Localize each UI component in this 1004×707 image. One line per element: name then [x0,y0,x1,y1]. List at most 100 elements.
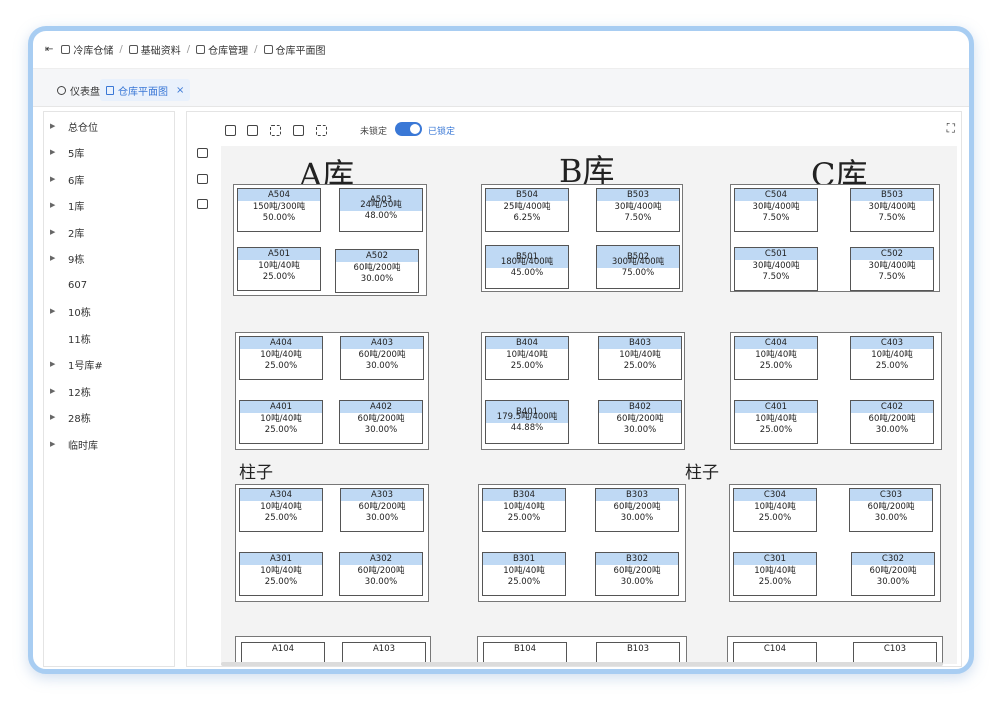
storage-cell-b302[interactable]: B302 60吨/200吨 30.00% [595,552,679,596]
storage-cell-c301[interactable]: C301 10吨/40吨 25.00% [733,552,817,596]
horizontal-scrollbar[interactable] [221,662,943,666]
storage-cell-c304[interactable]: C304 10吨/40吨 25.00% [733,488,817,532]
storage-cell-a103[interactable]: A103 [342,642,426,664]
save-icon[interactable] [225,125,236,136]
tab-dashboard[interactable]: 仪表盘 [51,79,106,101]
storage-cell-c502[interactable]: C502 30吨/400吨 7.50% [850,247,934,291]
lock-toggle[interactable] [395,122,422,136]
storage-cell-a403[interactable]: A403 60吨/200吨 30.00% [340,336,424,380]
select-icon[interactable] [270,125,281,136]
fullscreen-icon[interactable]: ⛶ [947,121,955,136]
zone-b5: B504 25吨/400吨 6.25% B503 30吨/400吨 7.50% B501… [481,184,683,292]
caret-right-icon[interactable]: ▶ [50,122,55,130]
document-icon [263,45,273,54]
close-icon[interactable]: × [176,85,184,96]
breadcrumb-item-warehouse-mgmt[interactable]: 仓库管理 [196,42,248,57]
tab-bar: 仪表盘 仓库平面图 × [33,69,969,107]
caret-right-icon[interactable]: ▶ [50,175,55,183]
tree-item[interactable]: ▶ 1号库# [44,354,174,374]
storage-cell-c302[interactable]: C302 60吨/200吨 30.00% [851,552,935,596]
storage-cell-a402[interactable]: A402 60吨/200吨 30.00% [339,400,423,444]
storage-cell-c501[interactable]: C501 30吨/400吨 7.50% [734,247,818,291]
ungroup-icon[interactable] [316,125,327,136]
storage-cell-b504[interactable]: B504 25吨/400吨 6.25% [485,188,569,232]
storage-cell-b103[interactable]: B103 [596,642,680,664]
storage-cell-b303[interactable]: B303 60吨/200吨 30.00% [595,488,679,532]
storage-cell-b503[interactable]: B503 30吨/400吨 7.50% [596,188,680,232]
storage-cell-b104[interactable]: B104 [483,642,567,664]
storage-cell-c403[interactable]: C403 10吨/40吨 25.00% [850,336,934,380]
storage-cell-a301[interactable]: A301 10吨/40吨 25.00% [239,552,323,596]
storage-cell-a104[interactable]: A104 [241,642,325,664]
storage-cell-b503[interactable]: B503 30吨/400吨 7.50% [850,188,934,232]
folder-icon [196,45,206,54]
tree-item[interactable]: ▶ 5库 [44,142,174,162]
tree-item[interactable]: 607 [44,275,174,295]
breadcrumb-separator: / [186,44,191,55]
storage-cell-b402[interactable]: B402 60吨/200吨 30.00% [598,400,682,444]
storage-cell-a501[interactable]: A501 10吨/40吨 25.00% [237,247,321,291]
storage-cell-a502[interactable]: A502 60吨/200吨 30.00% [335,249,419,293]
floor-plan-canvas[interactable]: A库 B库 C库 柱子 柱子 A504 150吨/300吨 50.00% A503 2… [221,146,957,664]
caret-right-icon[interactable]: ▶ [50,413,55,421]
tab-floor-plan[interactable]: 仓库平面图 × [100,79,191,101]
floor-plan-editor: 未锁定 已锁定 ⛶ A库 B库 C库 柱子 柱子 A504 150吨/300吨 50… [186,111,962,667]
storage-cell-a302[interactable]: A302 60吨/200吨 30.00% [339,552,423,596]
caret-right-icon[interactable]: ▶ [50,387,55,395]
storage-cell-a303[interactable]: A303 60吨/200吨 30.00% [340,488,424,532]
zone-c1: C104 C103 [727,636,943,664]
rectangle-tool-icon[interactable] [197,174,208,184]
caret-right-icon[interactable]: ▶ [50,228,55,236]
storage-cell-b501[interactable]: B501 180吨/400吨 45.00% [485,245,569,289]
breadcrumb-item-basic-data[interactable]: 基础资料 [128,42,181,57]
storage-cell-a401[interactable]: A401 10吨/40吨 25.00% [239,400,323,444]
storage-cell-b301[interactable]: B301 10吨/40吨 25.00% [482,552,566,596]
unlocked-label: 未锁定 [360,127,388,137]
tree-item[interactable]: 11栋 [44,328,174,348]
zone-a5: A504 150吨/300吨 50.00% A503 24吨/50吨 48.00% A5… [233,184,427,296]
tree-item[interactable]: ▶ 28栋 [44,407,174,427]
storage-cell-c402[interactable]: C402 60吨/200吨 30.00% [850,400,934,444]
storage-cell-a404[interactable]: A404 10吨/40吨 25.00% [239,336,323,380]
storage-cell-b404[interactable]: B404 10吨/40吨 25.00% [485,336,569,380]
tree-item[interactable]: ▶ 总仓位 [44,116,174,136]
storage-cell-a304[interactable]: A304 10吨/40吨 25.00% [239,488,323,532]
home-icon [61,45,71,54]
breadcrumb-item-cold-storage[interactable]: 冷库仓储 [61,42,113,57]
caret-right-icon[interactable]: ▶ [50,254,55,262]
storage-cell-b401[interactable]: B401 179.5吨/400吨 44.88% [485,400,569,444]
caret-right-icon[interactable]: ▶ [50,307,55,315]
storage-cell-b304[interactable]: B304 10吨/40吨 25.00% [482,488,566,532]
folder-icon [128,45,138,54]
collapse-sidebar-icon[interactable]: ⇤ [45,44,53,55]
storage-cell-c104[interactable]: C104 [733,642,817,664]
storage-cell-a503[interactable]: A503 24吨/50吨 48.00% [339,188,423,232]
copy-icon[interactable] [247,125,258,136]
storage-cell-c504[interactable]: C504 30吨/400吨 7.50% [734,188,818,232]
storage-cell-b502[interactable]: B502 300吨/400吨 75.00% [596,245,680,289]
text-tool-icon[interactable] [197,199,208,209]
zone-a4: A404 10吨/40吨 25.00% A403 60吨/200吨 30.00% A40… [235,332,429,450]
tree-item[interactable]: ▶ 临时库 [44,434,174,454]
storage-cell-c303[interactable]: C303 60吨/200吨 30.00% [849,488,933,532]
zone-c5: C504 30吨/400吨 7.50% B503 30吨/400吨 7.50% C501… [730,184,940,292]
caret-right-icon[interactable]: ▶ [50,201,55,209]
tree-item[interactable]: ▶ 10栋 [44,301,174,321]
caret-right-icon[interactable]: ▶ [50,148,55,156]
tree-item[interactable]: ▶ 1库 [44,195,174,215]
keyboard-icon[interactable] [197,148,208,158]
storage-cell-b403[interactable]: B403 10吨/40吨 25.00% [598,336,682,380]
tree-item[interactable]: ▶ 12栋 [44,381,174,401]
storage-cell-a504[interactable]: A504 150吨/300吨 50.00% [237,188,321,232]
tree-item[interactable]: ▶ 2库 [44,222,174,242]
tree-item[interactable]: ▶ 9栋 [44,248,174,268]
caret-right-icon[interactable]: ▶ [50,360,55,368]
storage-cell-c401[interactable]: C401 10吨/40吨 25.00% [734,400,818,444]
group-icon[interactable] [293,125,304,136]
storage-cell-c404[interactable]: C404 10吨/40吨 25.00% [734,336,818,380]
document-icon [106,85,114,95]
storage-cell-c103[interactable]: C103 [853,642,937,664]
caret-right-icon[interactable]: ▶ [50,440,55,448]
tree-item[interactable]: ▶ 6库 [44,169,174,189]
dashboard-icon [57,85,66,95]
